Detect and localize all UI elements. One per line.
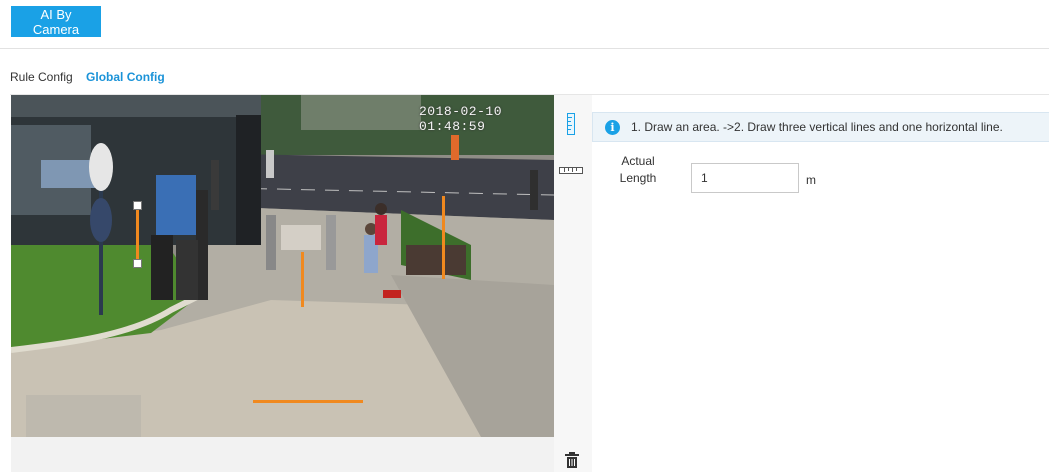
- vertical-ruler-icon[interactable]: [567, 113, 575, 135]
- tab-rule-config[interactable]: Rule Config: [10, 70, 73, 84]
- tab-global-config[interactable]: Global Config: [86, 70, 165, 84]
- vertical-ruler-line-3[interactable]: [442, 196, 445, 279]
- drawing-toolbar: [554, 95, 592, 472]
- camera-scene: [11, 95, 554, 437]
- instruction-banner: i 1. Draw an area. ->2. Draw three verti…: [592, 112, 1049, 142]
- instruction-text: 1. Draw an area. ->2. Draw three vertica…: [631, 120, 1003, 134]
- trash-icon[interactable]: [565, 452, 579, 468]
- actual-length-input[interactable]: [691, 163, 799, 193]
- vertical-ruler-line-1[interactable]: [136, 206, 139, 262]
- config-tabs: Rule Config Global Config: [10, 70, 175, 84]
- header-divider: [0, 48, 1049, 49]
- ruler-handle-bottom[interactable]: [133, 259, 142, 268]
- actual-length-label: Actual Length: [619, 154, 657, 185]
- ruler-handle-top[interactable]: [133, 201, 142, 210]
- vertical-ruler-line-2[interactable]: [301, 252, 304, 307]
- length-unit: m: [806, 173, 816, 187]
- horizontal-ruler-icon[interactable]: [559, 167, 583, 174]
- info-icon: i: [605, 119, 620, 135]
- camera-timestamp: 2018-02-10 01:48:59: [419, 104, 503, 134]
- camera-footer: [11, 437, 554, 472]
- ai-by-camera-button[interactable]: AI By Camera: [11, 6, 101, 37]
- camera-view[interactable]: 2018-02-10 01:48:59: [11, 95, 554, 437]
- horizontal-ruler-line[interactable]: [253, 400, 363, 403]
